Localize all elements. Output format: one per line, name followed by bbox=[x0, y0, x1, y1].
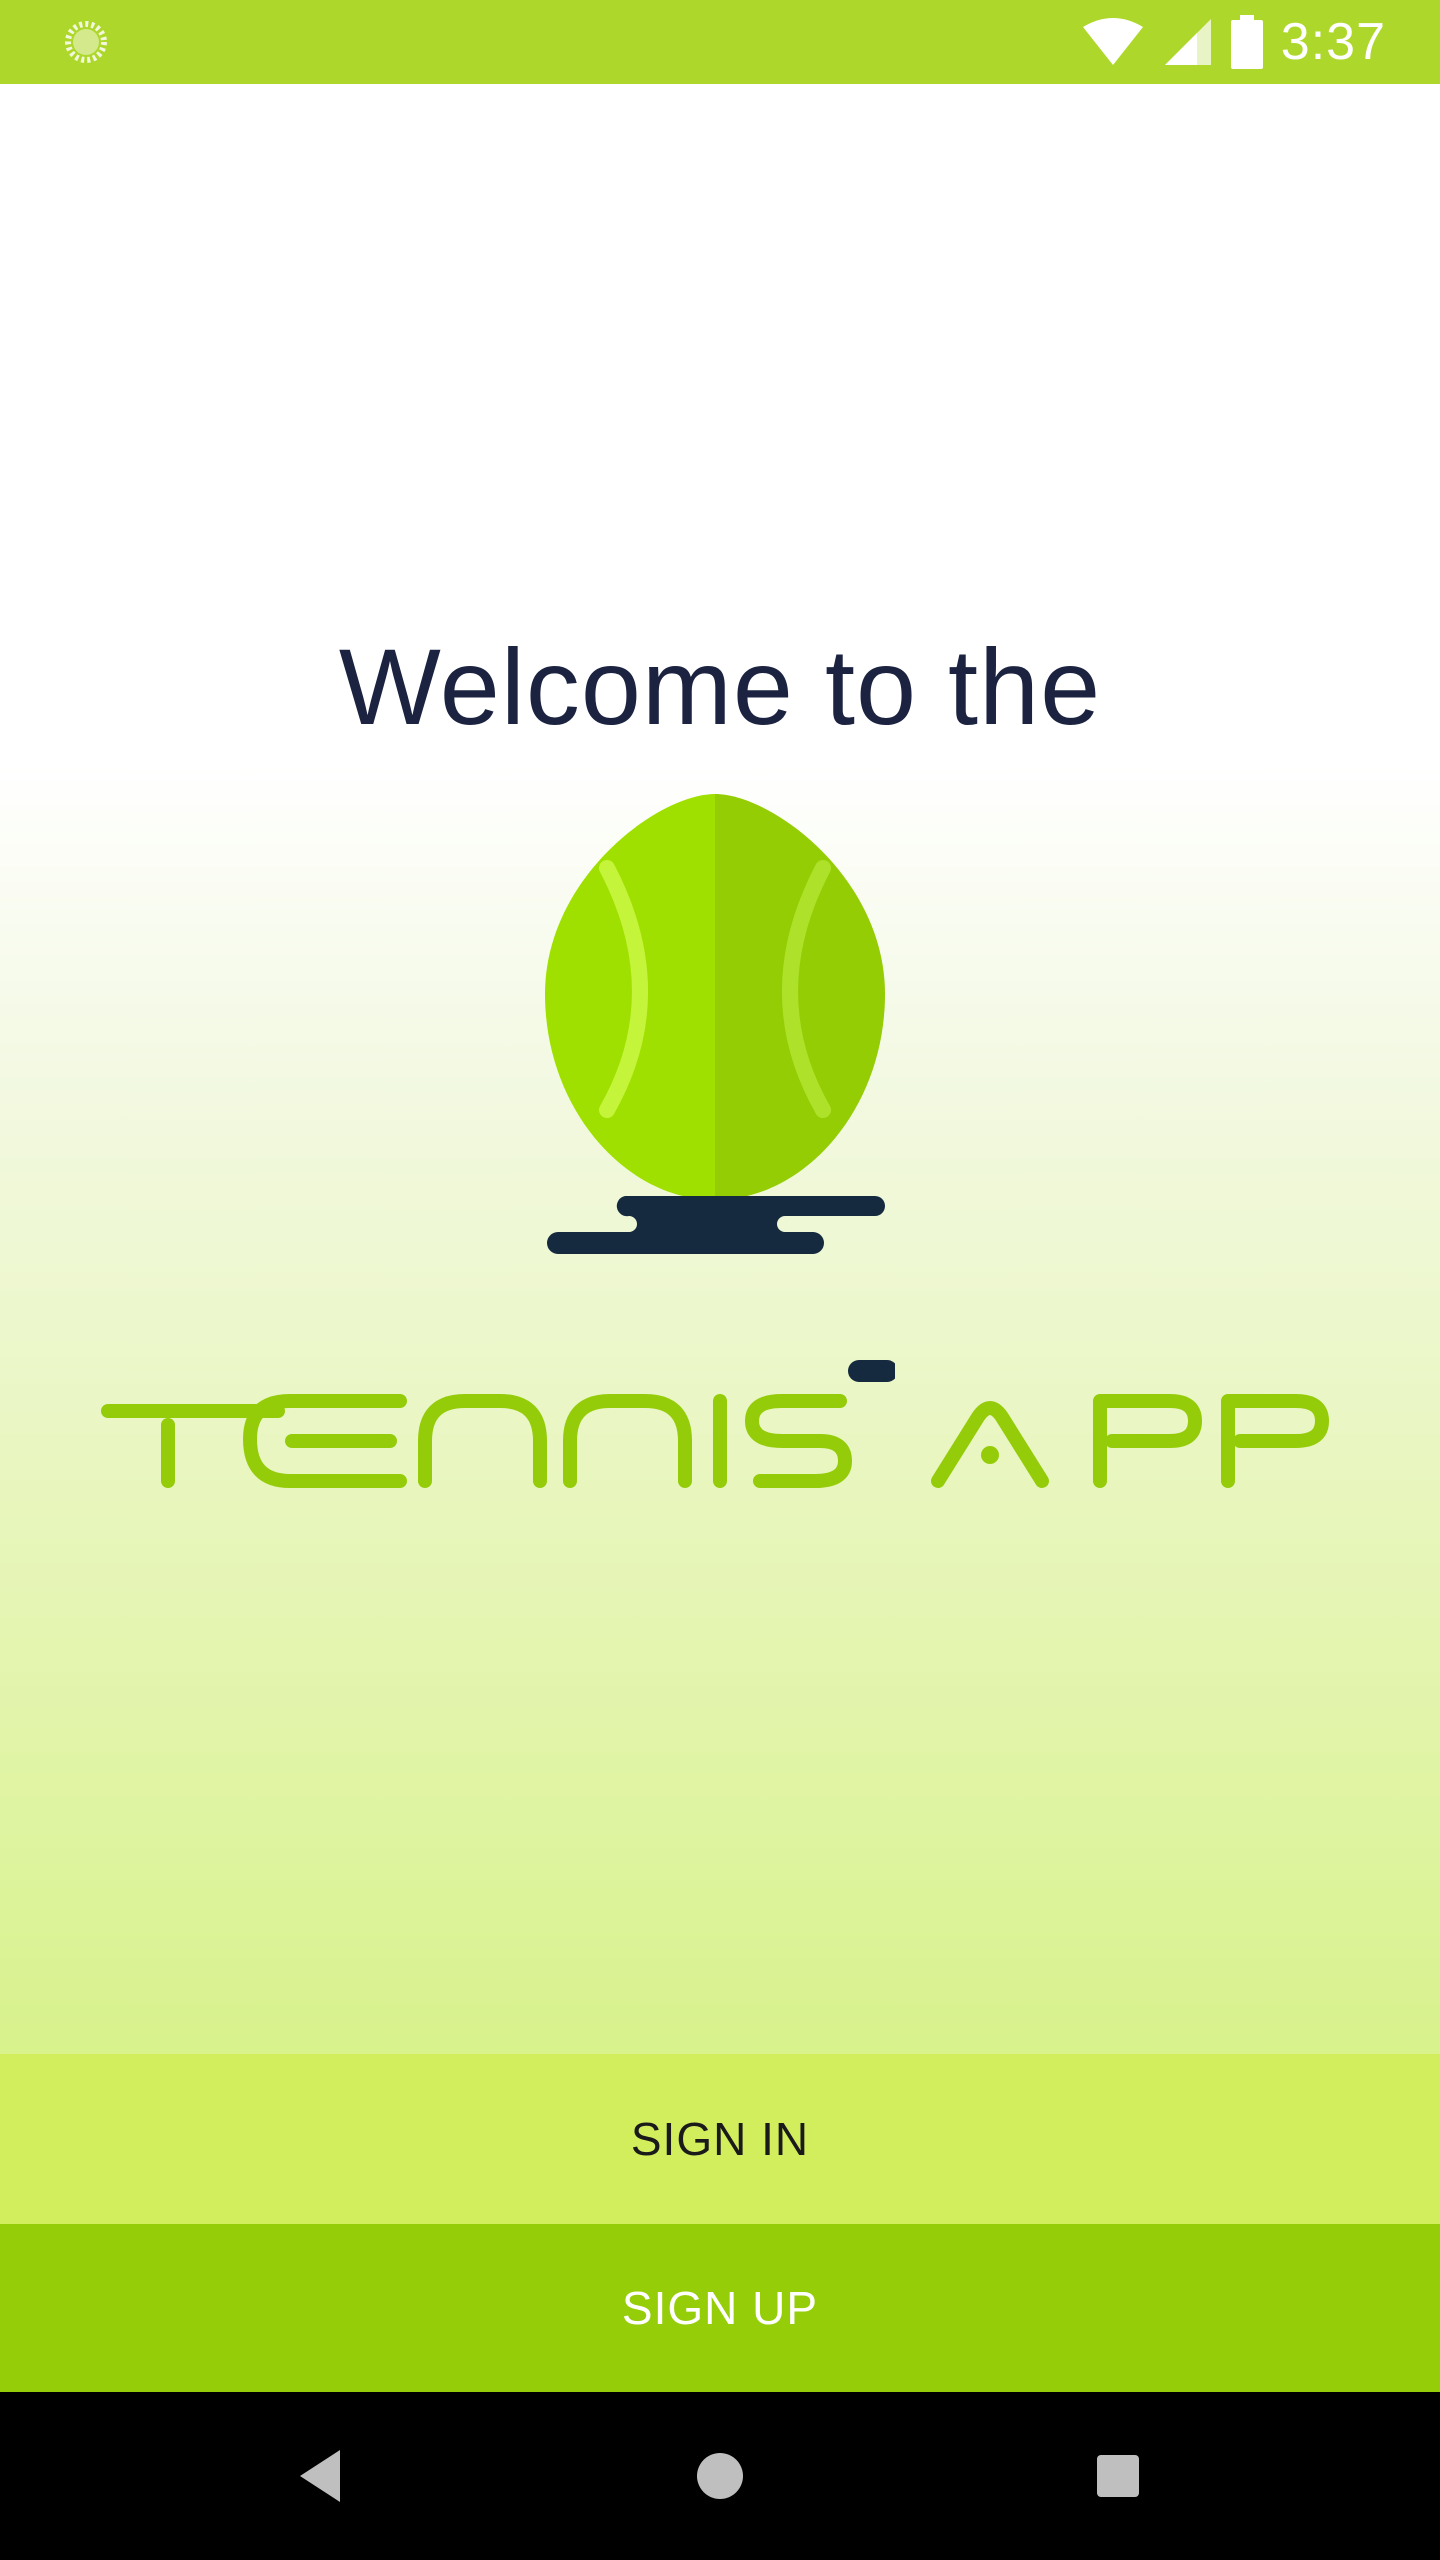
status-icons: 3:37 bbox=[1081, 0, 1386, 84]
logo-wordmark bbox=[101, 1394, 1329, 1488]
navigation-bar bbox=[0, 2392, 1440, 2560]
home-icon[interactable] bbox=[680, 2436, 760, 2516]
sign-in-label: SIGN IN bbox=[630, 2113, 810, 2165]
wifi-icon bbox=[1082, 18, 1143, 65]
tennis-ball-icon bbox=[545, 794, 895, 1382]
app-screen: 3:37 Welcome to the SIGN IN SIGN UP bbox=[0, 0, 1440, 2560]
sign-in-button[interactable]: SIGN IN bbox=[0, 2054, 1440, 2224]
welcome-screen: Welcome to the bbox=[0, 84, 1440, 2054]
battery-icon bbox=[1230, 15, 1263, 69]
signal-icon bbox=[1164, 19, 1211, 65]
sign-up-label: SIGN UP bbox=[621, 2282, 819, 2334]
loading-spinner-icon bbox=[65, 21, 107, 63]
welcome-title: Welcome to the bbox=[338, 626, 1102, 747]
sign-up-button[interactable]: SIGN UP bbox=[0, 2224, 1440, 2392]
status-bar: 3:37 bbox=[0, 0, 1440, 84]
back-icon[interactable] bbox=[282, 2436, 362, 2516]
recents-icon[interactable] bbox=[1078, 2436, 1158, 2516]
status-time: 3:37 bbox=[1280, 13, 1386, 71]
